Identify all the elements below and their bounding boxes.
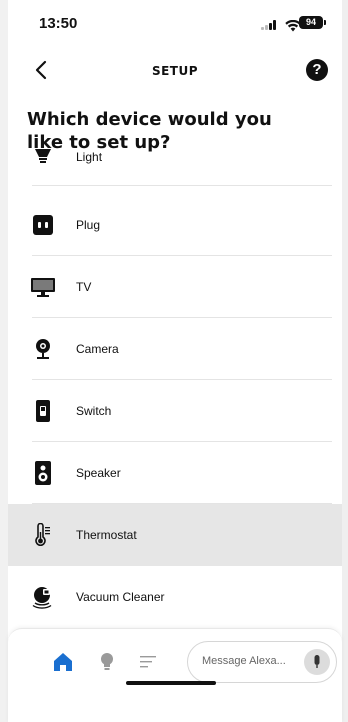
tv-icon (31, 277, 55, 297)
nav-more-button[interactable] (138, 651, 160, 673)
device-item-switch[interactable]: Switch (8, 380, 342, 442)
message-alexa-input[interactable]: Message Alexa... (187, 641, 337, 683)
microphone-icon (314, 655, 320, 668)
status-bar: 13:50 94 (8, 0, 342, 42)
message-placeholder: Message Alexa... (202, 655, 286, 667)
battery-icon: 94 (299, 16, 326, 29)
help-button[interactable]: ? (306, 59, 328, 81)
device-label: Plug (76, 218, 101, 232)
camera-icon (33, 339, 53, 359)
status-time: 13:50 (39, 15, 78, 32)
header-title: SETUP (151, 64, 199, 78)
device-label: Vacuum Cleaner (76, 590, 165, 604)
light-bulb-icon (33, 147, 53, 167)
home-icon (54, 653, 72, 671)
nav-home-button[interactable] (52, 651, 74, 673)
home-indicator (126, 681, 216, 685)
device-label: Speaker (76, 466, 121, 480)
bulb-icon (101, 653, 113, 670)
menu-lines-icon (140, 656, 156, 668)
vacuum-icon (31, 587, 55, 609)
device-label: Switch (76, 404, 112, 418)
device-item-camera[interactable]: Camera (8, 318, 342, 380)
right-edge (342, 0, 348, 722)
device-item-light[interactable]: Light (8, 140, 342, 186)
mic-button[interactable] (304, 649, 330, 675)
device-item-tv[interactable]: TV (8, 256, 342, 318)
signal-icon (261, 20, 279, 30)
device-item-speaker[interactable]: Speaker (8, 442, 342, 504)
switch-icon (33, 400, 53, 422)
divider (32, 185, 332, 186)
device-label: Camera (76, 342, 119, 356)
thermostat-icon (33, 523, 53, 546)
left-edge (0, 0, 8, 722)
plug-icon (33, 215, 53, 235)
device-label: TV (76, 280, 92, 294)
device-item-thermostat[interactable]: Thermostat (8, 504, 342, 566)
phone-screen: 13:50 94 SETUP ? Which device would you … (0, 0, 348, 722)
device-item-plug[interactable]: Plug (8, 194, 342, 256)
device-item-vacuum-cleaner[interactable]: Vacuum Cleaner (8, 566, 342, 628)
top-header: SETUP ? (8, 56, 342, 90)
speaker-icon (33, 461, 53, 485)
device-label: Thermostat (76, 528, 137, 542)
nav-devices-button[interactable] (96, 651, 118, 673)
bottom-nav-bar: Message Alexa... (8, 628, 342, 722)
device-label: Light (76, 150, 103, 164)
